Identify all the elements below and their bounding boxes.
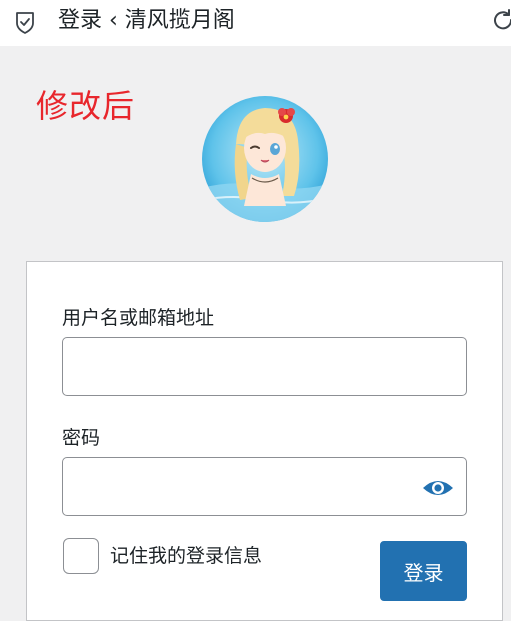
login-button[interactable]: 登录	[380, 541, 467, 601]
page-title: 登录 ‹ 清风揽月阁	[58, 8, 235, 33]
password-input[interactable]	[62, 457, 467, 516]
password-label: 密码	[62, 427, 101, 449]
show-password-button[interactable]	[422, 476, 454, 500]
modified-annotation: 修改后	[36, 87, 136, 125]
browser-topbar: 登录 ‹ 清风揽月阁	[0, 0, 511, 46]
shield-check-icon[interactable]	[14, 10, 36, 34]
remember-me-checkbox[interactable]	[63, 538, 99, 574]
remember-me-label: 记住我的登录信息	[110, 545, 263, 567]
reload-icon[interactable]	[492, 9, 511, 31]
avatar-image	[202, 96, 328, 222]
avatar	[202, 96, 328, 222]
username-input[interactable]	[62, 337, 467, 396]
username-label: 用户名或邮箱地址	[62, 307, 215, 329]
eye-icon	[423, 481, 453, 495]
